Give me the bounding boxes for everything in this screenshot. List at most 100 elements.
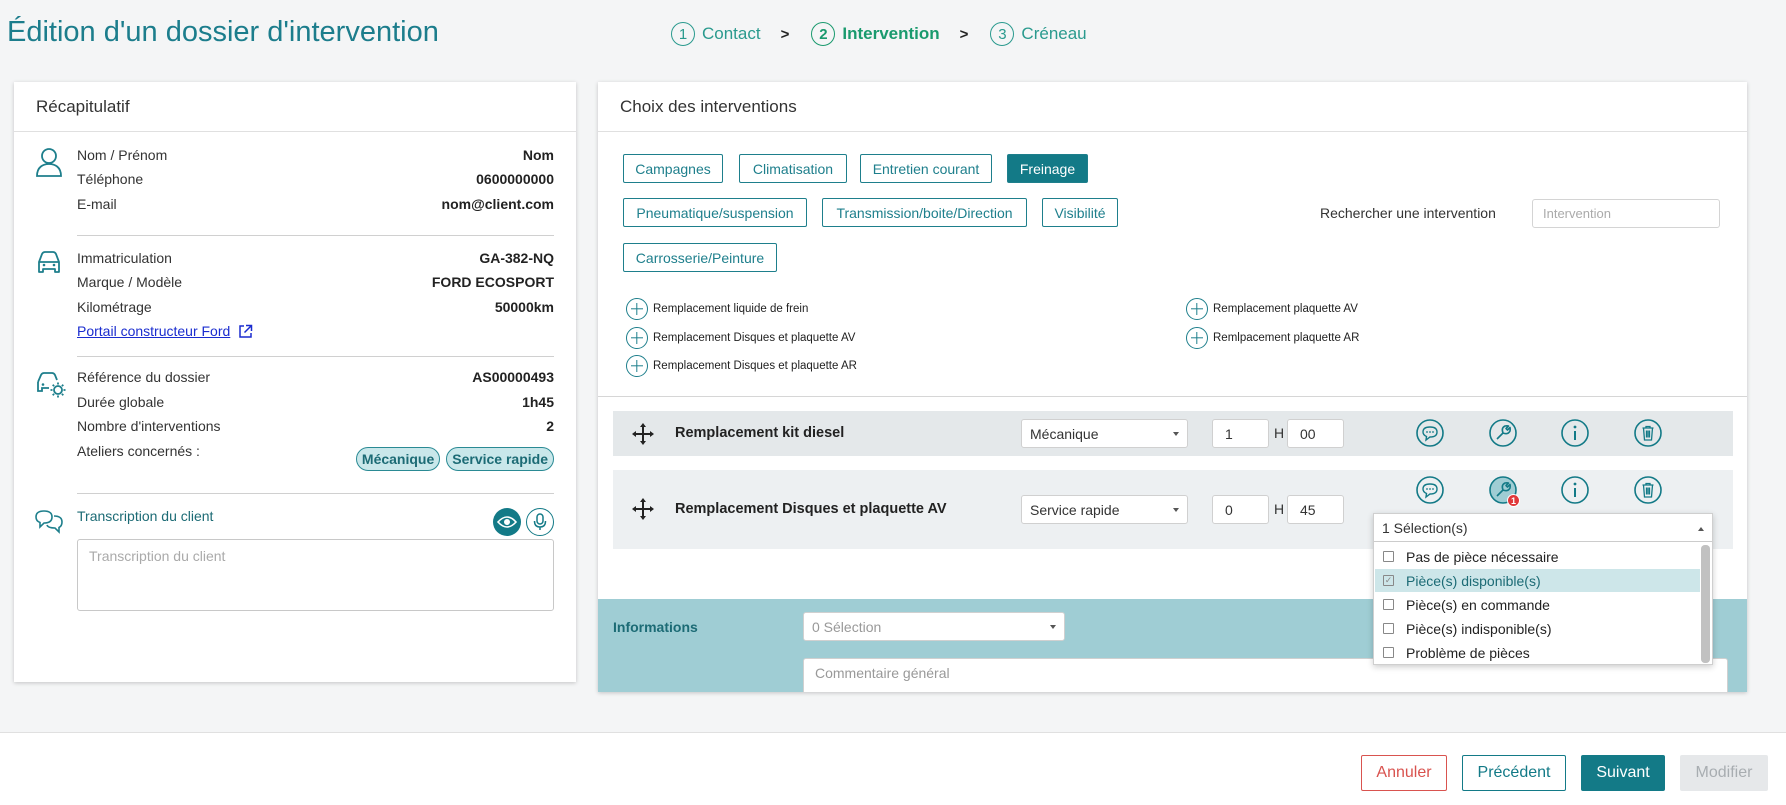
transcription-label: Transcription du client [77,508,214,524]
checkbox[interactable] [1383,647,1394,658]
minutes-input[interactable]: 00 [1287,419,1344,448]
select-value: Mécanique [1030,426,1099,442]
hours-input[interactable]: 0 [1212,495,1269,524]
step-number: 3 [990,22,1015,46]
info-icon[interactable] [1560,418,1590,448]
available-intervention[interactable]: Remplacement plaquette AV [1186,298,1358,320]
contact-email-row: E-mail nom@client.com [77,196,554,216]
transcription-textarea[interactable]: Transcription du client [77,539,554,611]
external-link-icon[interactable] [238,324,253,339]
dropdown-option[interactable]: Pas de pièce nécessaire [1375,545,1700,568]
page-title: Édition d'un dossier d'intervention [7,16,439,48]
field-value: Nom [522,147,554,163]
category-freinage[interactable]: Freinage [1007,154,1088,183]
search-input[interactable]: Intervention [1532,199,1720,228]
modify-button[interactable]: Modifier [1680,755,1768,791]
category-campagnes[interactable]: Campagnes [623,154,723,183]
intervention-label: Remlpacement plaquette AR [1213,332,1360,344]
record-transcription-button[interactable] [526,508,554,536]
microphone-icon [533,513,547,530]
car-icon [38,251,60,273]
parts-status-dropdown[interactable]: 1 Sélection(s) Pas de pièce nécessaire ✓… [1373,513,1713,665]
dropdown-scrollbar[interactable] [1701,545,1710,663]
add-icon[interactable] [1186,327,1208,349]
next-button[interactable]: Suivant [1581,755,1665,791]
add-icon[interactable] [626,298,648,320]
step-creneau[interactable]: 3 Créneau [990,22,1087,46]
field-label: Téléphone [77,171,144,187]
previous-button[interactable]: Précédent [1462,755,1566,791]
portal-link[interactable]: Portail constructeur Ford [77,323,230,339]
portal-link-wrap: Portail constructeur Ford [77,323,253,339]
user-icon [36,148,62,177]
drag-handle-icon[interactable] [631,422,655,446]
informations-label: Informations [613,619,698,635]
dropdown-option[interactable]: Pièce(s) en commande [1375,593,1700,616]
field-label: Référence du dossier [77,369,211,385]
category-entretien-courant[interactable]: Entretien courant [860,154,992,183]
dropdown-option[interactable]: Pièce(s) indisponible(s) [1375,617,1700,640]
checkbox[interactable]: ✓ [1383,575,1394,586]
chevron-down-icon [1050,625,1056,629]
view-transcription-button[interactable] [493,508,521,536]
available-intervention[interactable]: Remplacement Disques et plaquette AV [626,327,855,349]
drag-handle-icon[interactable] [631,497,655,521]
informations-select[interactable]: 0 Sélection [803,612,1065,641]
field-label: Durée globale [77,394,165,410]
checkbox[interactable] [1383,599,1394,610]
hour-label: H [1274,425,1285,441]
step-number: 2 [811,22,836,46]
minutes-input[interactable]: 45 [1287,495,1344,524]
contact-phone-row: Téléphone 0600000000 [77,171,554,191]
divider [77,356,554,357]
category-pneumatique[interactable]: Pneumatique/suspension [623,198,807,227]
step-contact[interactable]: 1 Contact [671,22,761,46]
trash-icon[interactable] [1633,475,1663,505]
ateliers-label: Ateliers concernés : [77,443,200,459]
field-value: 1h45 [522,394,554,410]
intervention-name: Remplacement Disques et plaquette AV [675,501,947,517]
option-label: Problème de pièces [1406,644,1530,661]
available-intervention[interactable]: Remlpacement plaquette AR [1186,327,1359,349]
atelier-badge: Mécanique [355,447,441,471]
contact-name-row: Nom / Prénom Nom [77,147,554,167]
comment-icon[interactable] [1415,418,1445,448]
ateliers-list: Mécanique Service rapide [350,447,554,471]
comment-icon[interactable] [1415,475,1445,505]
chevron-down-icon [1173,508,1179,512]
info-icon[interactable] [1560,475,1590,505]
atelier-select[interactable]: Service rapide [1021,495,1188,524]
choix-title: Choix des interventions [598,82,1747,132]
intervention-name: Remplacement kit diesel [675,425,845,441]
select-value: Service rapide [1030,502,1120,518]
category-carrosserie[interactable]: Carrosserie/Peinture [623,243,777,272]
dropdown-option[interactable]: ✓ Pièce(s) disponible(s) [1375,569,1700,592]
category-transmission[interactable]: Transmission/boite/Direction [822,198,1027,227]
wrench-icon[interactable] [1488,418,1518,448]
checkbox[interactable] [1383,623,1394,634]
trash-icon[interactable] [1633,418,1663,448]
parts-count-badge: 1 [1507,494,1520,507]
category-visibilite[interactable]: Visibilité [1042,198,1118,227]
cancel-button[interactable]: Annuler [1361,755,1447,791]
dossier-duration-row: Durée globale 1h45 [77,394,554,414]
category-climatisation[interactable]: Climatisation [739,154,847,183]
dropdown-header[interactable]: 1 Sélection(s) [1374,514,1712,542]
hours-input[interactable]: 1 [1212,419,1269,448]
add-icon[interactable] [626,355,648,377]
vehicle-mileage-row: Kilométrage 50000km [77,299,554,319]
field-value: nom@client.com [441,196,554,212]
add-icon[interactable] [1186,298,1208,320]
add-icon[interactable] [626,327,648,349]
checkbox[interactable] [1383,551,1394,562]
atelier-select[interactable]: Mécanique [1021,419,1188,448]
stepper: 1 Contact > 2 Intervention > 3 Créneau [671,22,1087,46]
available-intervention[interactable]: Remplacement liquide de frein [626,298,808,320]
available-intervention[interactable]: Remplacement Disques et plaquette AR [626,355,857,377]
atelier-badge: Service rapide [446,447,554,471]
step-intervention[interactable]: 2 Intervention [811,22,940,46]
scrollbar-thumb[interactable] [1701,545,1710,663]
car-service-icon [37,372,66,398]
dropdown-option[interactable]: Problème de pièces [1375,641,1700,664]
field-label: Kilométrage [77,299,152,315]
